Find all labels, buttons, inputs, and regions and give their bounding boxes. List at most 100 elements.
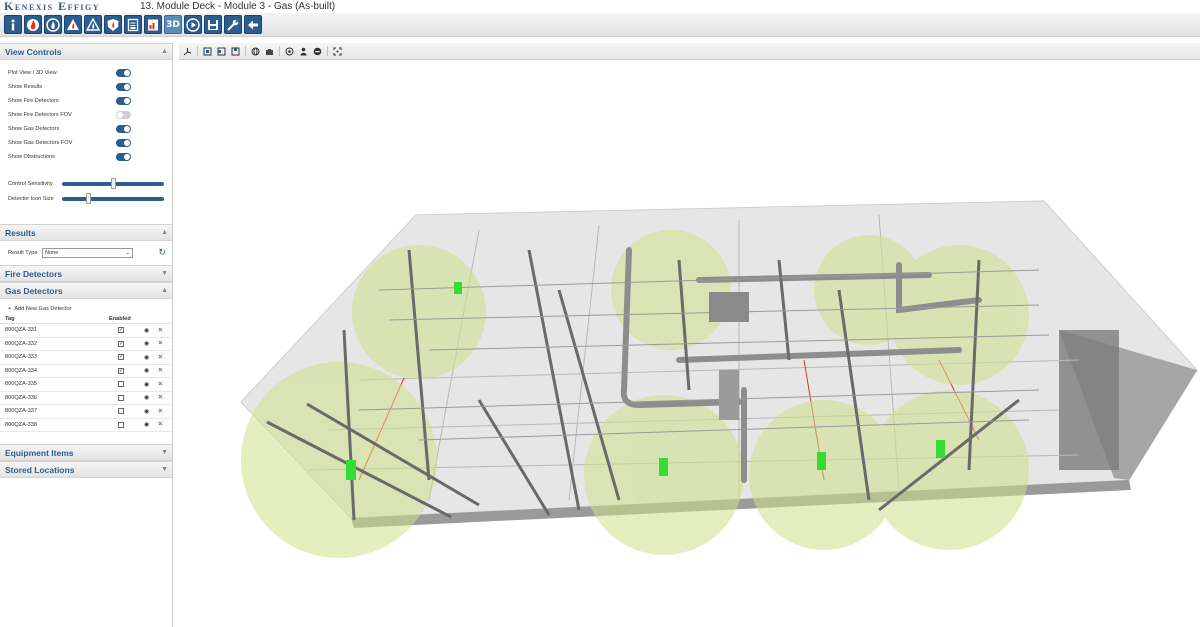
eye-icon[interactable]: ◉ [144,421,149,428]
toggle-label: Show Gas Detectors [8,126,60,132]
view-front-icon[interactable] [203,47,212,56]
chevron-down-icon: ▼ [161,270,168,277]
axes-icon[interactable] [183,47,192,56]
enabled-checkbox[interactable]: ✓ [118,367,124,374]
show-gas-fov-toggle[interactable] [116,139,131,147]
eye-icon[interactable]: ◉ [144,394,149,401]
view-controls-header[interactable]: View Controls ▲ [0,43,172,60]
gas-detector-table-header: Tag Enabled [0,315,172,324]
slider-label: Control Sensitivity [8,180,53,187]
close-icon[interactable]: × [158,327,162,334]
enabled-checkbox[interactable] [118,408,124,415]
result-type-label: Result Type [8,250,38,256]
column [719,370,739,420]
3d-viewer[interactable] [179,43,1200,627]
view-side-icon[interactable] [217,47,226,56]
add-gas-detector-button[interactable]: + Add New Gas Detector [0,303,172,315]
main-toolbar: 3D [0,13,1200,37]
detector-tag: 800QZA-336 [5,394,38,401]
warning-fire-button[interactable] [64,15,82,34]
report-button[interactable] [144,15,162,34]
fire-detectors-header[interactable]: Fire Detectors ▼ [0,265,172,282]
detector-icon-size-slider[interactable] [62,192,164,204]
fire-triangle-button[interactable] [84,15,102,34]
table-row: 800QZA-337 ◉ × [0,405,172,419]
fire-button[interactable] [24,15,42,34]
eye-icon[interactable]: ◉ [144,408,149,415]
flame-button[interactable] [44,15,62,34]
gas-detector-marker[interactable] [936,440,945,458]
column-header-tag: Tag [5,316,15,322]
module-deck-3d-scene[interactable] [179,60,1200,627]
divider [279,46,280,56]
equipment-housing [1059,330,1119,470]
gas-detector-marker[interactable] [346,460,356,480]
section-title: Results [5,227,36,238]
table-row: 800QZA-331 ✓ ◉ × [0,324,172,338]
gas-detector-marker[interactable] [659,458,668,476]
gas-detectors-header[interactable]: Gas Detectors ▲ [0,282,172,299]
close-icon[interactable]: × [158,354,162,361]
close-icon[interactable]: × [158,421,162,428]
wrench-icon [227,19,239,31]
shield-fire-button[interactable] [104,15,122,34]
eye-icon[interactable]: ◉ [144,354,149,361]
toggle-row-show-gas-detectors: Show Gas Detectors [0,122,172,136]
close-icon[interactable]: × [158,381,162,388]
control-sensitivity-slider[interactable] [62,177,164,189]
target-icon[interactable] [285,47,294,56]
table-row: 800QZA-333 ✓ ◉ × [0,351,172,365]
equipment-items-header[interactable]: Equipment Items ▼ [0,444,172,461]
show-obstructions-toggle[interactable] [116,153,131,161]
eye-icon[interactable]: ◉ [144,327,149,334]
show-fire-detectors-toggle[interactable] [116,97,131,105]
divider [327,46,328,56]
gas-detector-marker[interactable] [817,452,826,470]
toggle-label: Show Results [8,84,43,90]
play-button[interactable] [184,15,202,34]
globe-icon[interactable] [251,47,260,56]
enabled-checkbox[interactable] [118,421,124,428]
3d-button[interactable]: 3D [164,15,182,34]
fit-icon[interactable] [333,47,342,56]
section-title: Fire Detectors [5,268,63,279]
save-button[interactable] [204,15,222,34]
result-type-select[interactable]: None ⌄ [42,248,133,258]
enabled-checkbox[interactable]: ✓ [118,327,124,334]
table-row: 800QZA-336 ◉ × [0,392,172,405]
document-button[interactable] [124,15,142,34]
enabled-checkbox[interactable]: ✓ [118,354,124,361]
gas-detector-marker[interactable] [454,282,462,294]
stored-locations-header[interactable]: Stored Locations ▼ [0,461,172,478]
report-icon [148,19,158,30]
camera-icon[interactable] [265,47,274,56]
enabled-checkbox[interactable] [118,381,124,388]
show-results-toggle[interactable] [116,83,131,91]
back-button[interactable] [244,15,262,34]
tools-button[interactable] [224,15,242,34]
info-button[interactable] [4,15,22,34]
brand-logo: Kenexis Effigy [4,0,101,13]
view-top-icon[interactable] [231,47,240,56]
eye-icon[interactable]: ◉ [144,367,149,374]
minus-circle-icon[interactable] [313,47,322,56]
enabled-checkbox[interactable] [118,394,124,401]
refresh-icon[interactable]: ↻ [158,247,166,258]
plus-icon: + [8,306,12,312]
close-icon[interactable]: × [158,340,162,347]
left-panel: View Controls ▲ Plot View / 3D View Show… [0,43,173,627]
eye-icon[interactable]: ◉ [144,381,149,388]
enabled-checkbox[interactable]: ✓ [118,340,124,347]
eye-icon[interactable]: ◉ [144,340,149,347]
plot-view-toggle[interactable] [116,69,131,77]
close-icon[interactable]: × [158,408,162,415]
show-gas-detectors-toggle[interactable] [116,125,131,133]
results-header[interactable]: Results ▲ [0,224,172,241]
slider-thumb[interactable] [110,177,116,189]
slider-thumb[interactable] [86,192,92,204]
show-fire-fov-toggle[interactable] [116,111,131,119]
slider-row-icon-size: Detector Icon Size [0,191,172,206]
person-icon[interactable] [299,47,308,56]
close-icon[interactable]: × [158,394,162,401]
close-icon[interactable]: × [158,367,162,374]
